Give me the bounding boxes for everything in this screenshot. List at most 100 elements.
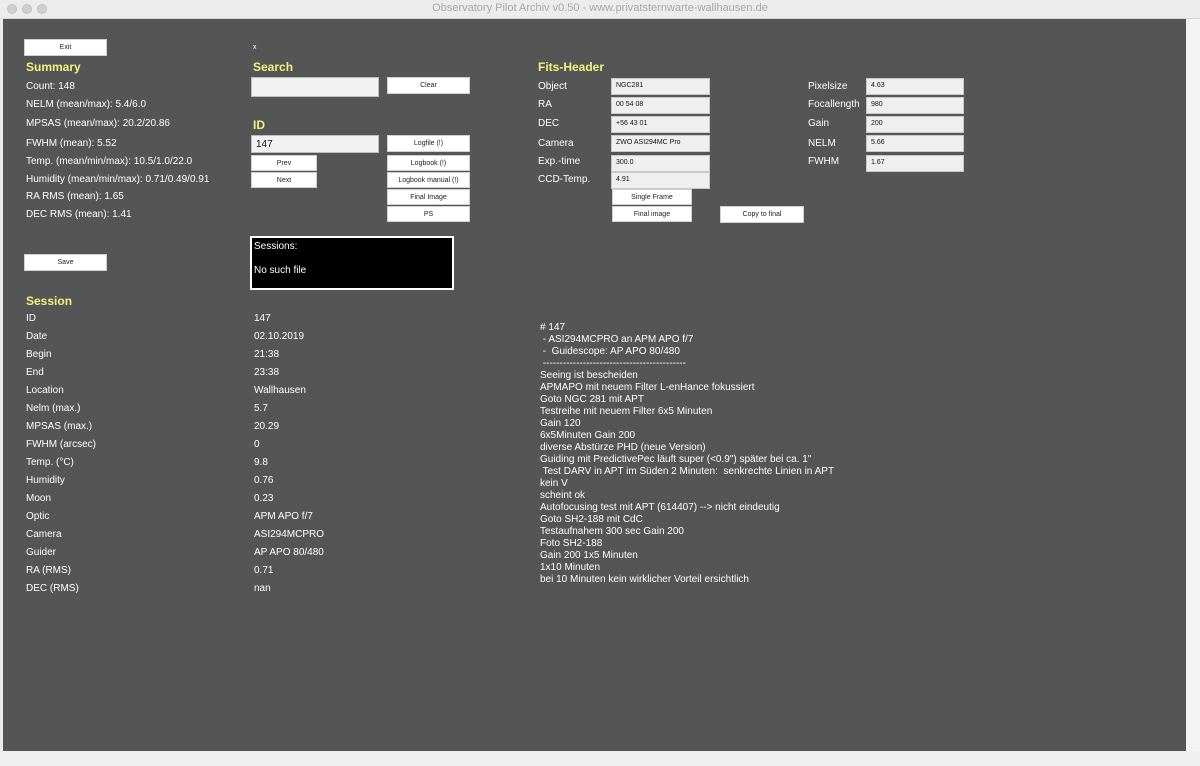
top-marker-text: x [253,44,257,51]
log-line: Seeing ist bescheiden [540,370,638,381]
session-label-mpsas: MPSAS (max.) [26,421,93,432]
session-value-moon: 0.23 [254,493,274,504]
session-value-location: Wallhausen [254,385,306,396]
log-line: 1x10 Minuten [540,562,601,573]
fits-label-object: Object [538,81,567,92]
session-label-temp: Temp. (°C) [26,457,74,468]
log-line: Goto NGC 281 mit APT [540,394,644,405]
summary-temp: Temp. (mean/min/max): 10.5/1.0/22.0 [26,156,193,167]
summary-humidity: Humidity (mean/min/max): 0.71/0.49/0.91 [26,174,210,185]
id-heading: ID [253,118,265,132]
fits-label-exptime: Exp.-time [538,156,581,167]
fits-fwhm-field[interactable]: 1.67 [866,155,964,172]
fits-exptime-field[interactable]: 300.0 [611,155,710,172]
fits-label-ccd-temp: CCD-Temp. [538,174,591,185]
summary-fwhm: FWHM (mean): 5.52 [26,138,117,149]
fits-pixelsize-field[interactable]: 4.63 [866,78,964,95]
fits-focallength-field[interactable]: 980 [866,97,964,114]
final-image-fits-button[interactable]: Final image [612,206,692,222]
window-title: Observatory Pilot Archiv v0.50 - www.pri… [432,2,768,14]
log-line: APMAPO mit neuem Filter L-enHance fokuss… [540,382,755,393]
fits-header-heading: Fits-Header [538,60,605,74]
log-line: Guiding mit PredictivePec läuft super (<… [540,454,812,465]
log-line: - ASI294MCPRO an APM APO f/7 [540,334,694,345]
logfile-button[interactable]: Logfile (!) [387,135,470,152]
exit-button[interactable]: Exit [24,39,107,56]
summary-count: Count: 148 [26,81,75,92]
log-line: Foto SH2-188 [540,538,603,549]
session-value-id: 147 [254,313,271,324]
fits-object-field[interactable]: NGC281 [611,78,710,95]
session-value-ra-rms: 0.71 [254,565,274,576]
window-right-edge [1186,19,1200,751]
session-value-optic: APM APO f/7 [254,511,313,522]
session-label-camera: Camera [26,529,62,540]
log-line: Test DARV in APT im Süden 2 Minuten: sen… [540,466,835,477]
session-label-end: End [26,367,44,378]
fits-label-gain: Gain [808,118,830,129]
log-line: - Guidescope: AP APO 80/480 [540,346,680,357]
log-line: Gain 200 1x5 Minuten [540,550,638,561]
log-line: Testreihe mit neuem Filter 6x5 Minuten [540,406,713,417]
session-value-nelm: 5.7 [254,403,268,414]
sessions-message: No such file [254,265,307,276]
session-value-temp: 9.8 [254,457,268,468]
log-line: Goto SH2-188 mit CdC [540,514,643,525]
fits-label-focallength: Focallength [808,99,860,110]
fits-label-camera: Camera [538,138,574,149]
session-label-location: Location [26,385,64,396]
session-value-begin: 21:38 [254,349,280,360]
session-value-end: 23:38 [254,367,280,378]
fits-label-dec: DEC [538,118,560,129]
search-heading: Search [253,60,294,74]
log-line: Testaufnahem 300 sec Gain 200 [540,526,684,537]
clear-button[interactable]: Clear [387,77,470,94]
fits-label-nelm: NELM [808,138,836,149]
fits-ccd-temp-field[interactable]: 4.91 [611,172,710,189]
final-image-button[interactable]: Final Image [387,189,470,205]
copy-to-final-button[interactable]: Copy to final [720,206,804,223]
log-line: 6x5Minuten Gain 200 [540,430,636,441]
log-line: Autofocusing test mit APT (614407) --> n… [540,502,780,513]
fits-label-pixelsize: Pixelsize [808,81,848,92]
prev-button[interactable]: Prev [251,155,317,171]
next-button[interactable]: Next [251,172,317,188]
fits-nelm-field[interactable]: 5.66 [866,135,964,152]
id-input[interactable] [251,135,379,153]
session-value-humidity: 0.76 [254,475,274,486]
logbook-manual-button[interactable]: Logbook manual (!) [387,172,470,188]
window-bottom-edge [0,751,1200,766]
session-value-date: 02.10.2019 [254,331,305,342]
session-value-fwhm: 0 [254,439,260,450]
summary-nelm: NELM (mean/max): 5.4/6.0 [26,99,147,110]
logbook-button[interactable]: Logbook (!) [387,155,470,171]
save-button[interactable]: Save [24,254,107,271]
log-line: Gain 120 [540,418,581,429]
fits-gain-field[interactable]: 200 [866,116,964,133]
session-label-moon: Moon [26,493,52,504]
session-label-guider: Guider [26,547,57,558]
session-label-begin: Begin [26,349,52,360]
session-label-fwhm: FWHM (arcsec) [26,439,96,450]
session-value-dec-rms: nan [254,583,271,594]
session-label-optic: Optic [26,511,50,522]
ps-button[interactable]: PS [387,206,470,222]
fits-dec-field[interactable]: +56 43 01 [611,116,710,133]
logbook-text: # 147 - ASI294MCPRO an APM APO f/7 - Gui… [540,322,1100,586]
log-line: diverse Abstürze PHD (neue Version) [540,442,706,453]
fits-label-ra: RA [538,99,552,110]
fits-label-fwhm: FWHM [808,156,840,167]
fits-ra-field[interactable]: 00 54 08 [611,97,710,114]
log-line: scheint ok [540,490,586,501]
session-value-camera: ASI294MCPRO [254,529,325,540]
fits-camera-field[interactable]: ZWO ASI294MC Pro [611,135,710,152]
summary-dec-rms: DEC RMS (mean): 1.41 [26,209,132,220]
log-line: bei 10 Minuten kein wirklicher Vorteil e… [540,574,749,585]
log-line: # 147 [540,322,566,333]
single-frame-button[interactable]: Single Frame [612,189,692,205]
session-label-date: Date [26,331,48,342]
search-input[interactable] [251,77,379,97]
summary-heading: Summary [26,60,81,74]
session-value-mpsas: 20.29 [254,421,280,432]
session-label-ra-rms: RA (RMS) [26,565,71,576]
